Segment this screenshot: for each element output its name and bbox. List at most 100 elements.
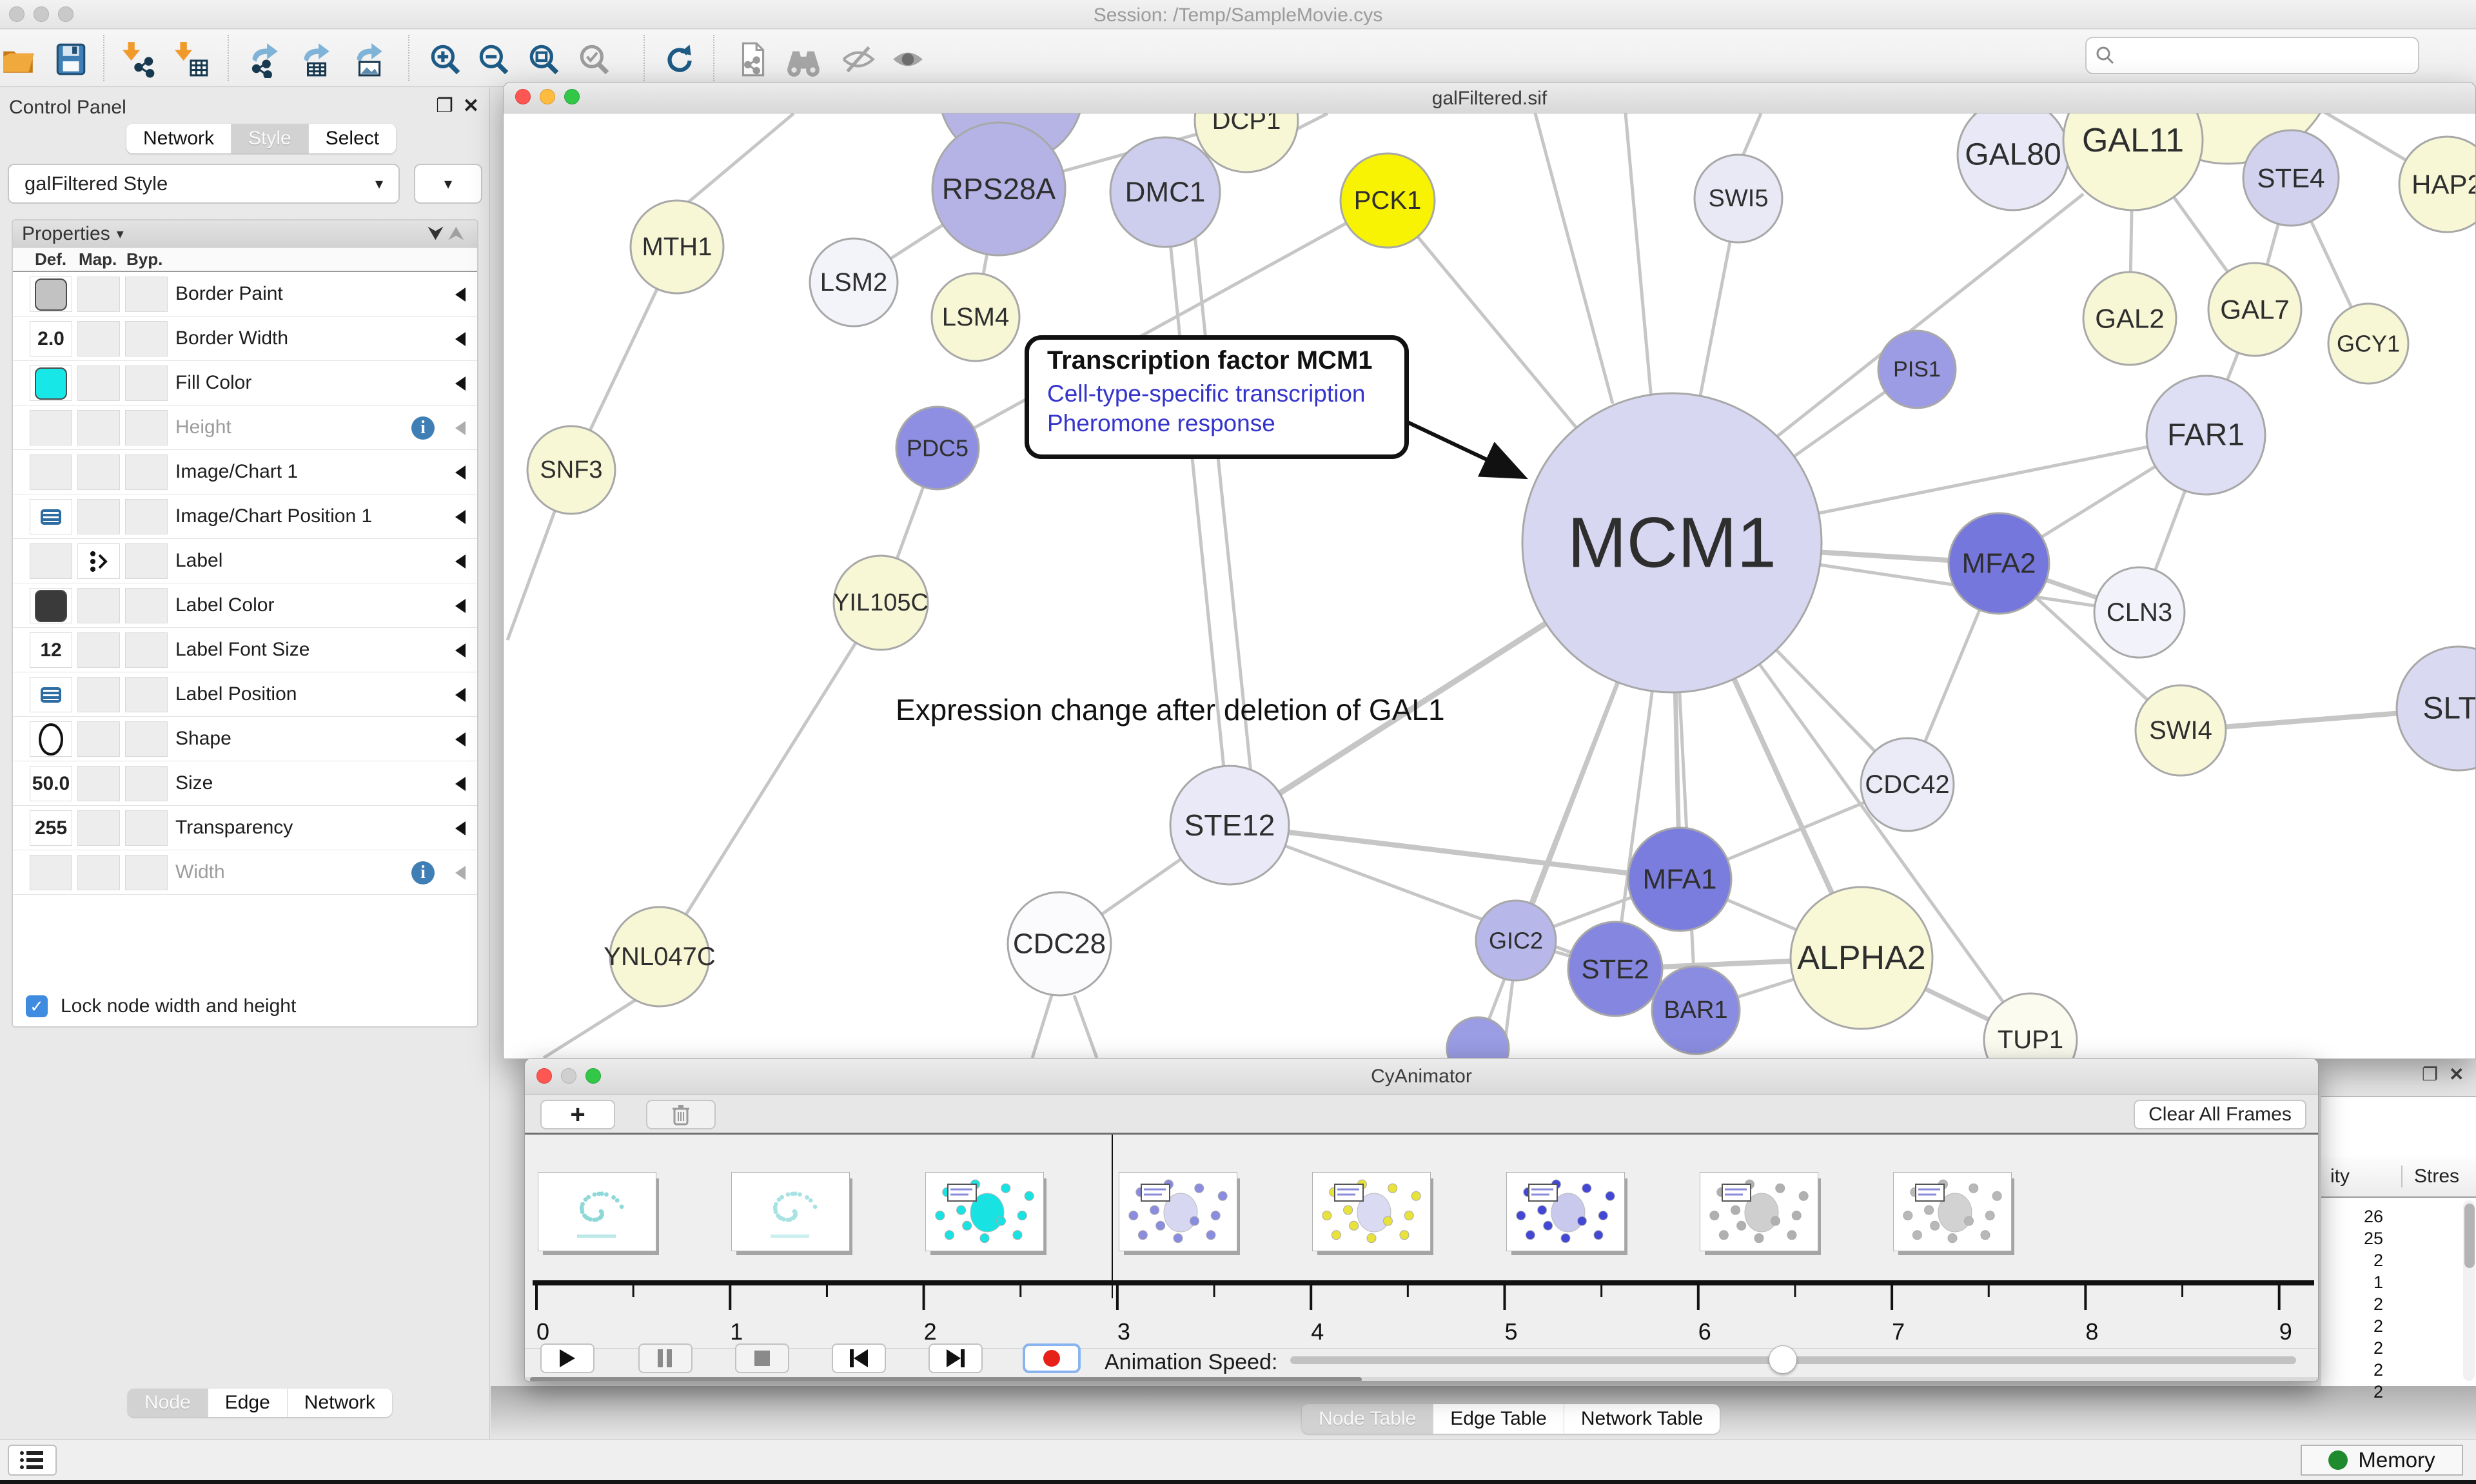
expand-property-icon[interactable] [455,421,466,435]
node-MCM1[interactable]: MCM1 [1522,393,1822,692]
node-YNL047C[interactable]: YNL047C [604,907,715,1006]
bypass-cell[interactable] [125,454,168,490]
bypass-cell[interactable] [125,810,168,846]
property-row-shape[interactable]: Shape [13,717,477,761]
node-GAL11[interactable]: GAL11 [2063,113,2203,210]
style-options-button[interactable]: ▾ [414,164,482,204]
bypass-cell[interactable] [125,855,168,890]
node-YIL105C[interactable]: YIL105C [833,556,928,650]
collapse-all-icon[interactable]: ⮝ [448,223,469,244]
stop-button[interactable] [735,1343,789,1373]
expand-property-icon[interactable] [455,732,466,747]
mapping-cell[interactable] [77,277,120,312]
property-row-label-color[interactable]: Label Color [13,583,477,628]
expand-property-icon[interactable] [455,599,466,613]
mapping-cell[interactable] [77,632,120,668]
bypass-cell[interactable] [125,410,168,445]
expand-property-icon[interactable] [455,510,466,524]
expand-all-icon[interactable]: ⮟ [427,223,448,244]
node-CDC42[interactable]: CDC42 [1861,738,1954,831]
search-input[interactable] [2085,37,2419,74]
property-row-transparency[interactable]: 255Transparency [13,806,477,850]
property-row-image-chart-1[interactable]: Image/Chart 1 [13,450,477,494]
node-SWI5[interactable]: SWI5 [1695,155,1782,242]
default-value-cell[interactable] [30,855,72,890]
property-row-label-font-size[interactable]: 12Label Font Size [13,628,477,672]
node-MTH1[interactable]: MTH1 [631,200,723,293]
expand-property-icon[interactable] [455,866,466,880]
default-value-cell[interactable]: 50.0 [30,766,72,801]
float-panel-icon[interactable]: ❐ [436,97,453,116]
node-TUP1[interactable]: TUP1 [1984,993,2077,1059]
node-PDC5[interactable]: PDC5 [896,407,979,489]
network-window-titlebar[interactable]: galFiltered.sif [504,83,2475,113]
annotation-link[interactable]: Cell-type-specific transcription [1047,380,1404,407]
bypass-cell[interactable] [125,543,168,579]
edge-segment[interactable] [544,1000,636,1058]
default-value-cell[interactable]: 2.0 [30,321,72,356]
mapping-cell[interactable] [77,810,120,846]
node-LSM2[interactable]: LSM2 [810,239,898,326]
node-LSM4[interactable]: LSM4 [932,273,1019,361]
close-panel-icon[interactable]: ✕ [2449,1064,2464,1085]
edge-YIL105C-YNL047C[interactable] [660,603,881,957]
tab-network[interactable]: Network [126,124,231,153]
save-icon[interactable] [50,38,92,81]
node-ALPHA2[interactable]: ALPHA2 [1791,887,1932,1029]
mapping-cell[interactable] [77,677,120,712]
bypass-cell[interactable] [125,321,168,356]
zoom-in-icon[interactable] [424,38,467,81]
cyanimator-titlebar[interactable]: CyAnimator [525,1059,2318,1095]
table-cell[interactable]: 2 [2321,1316,2383,1336]
timeline-ruler[interactable]: 0123456789Seconds [525,1135,2319,1348]
zoom-fit-icon[interactable] [523,38,565,81]
node-STE2[interactable]: STE2 [1568,922,1662,1016]
export-table-icon[interactable] [295,38,337,81]
skip-end-button[interactable] [928,1343,983,1373]
mapping-cell[interactable] [77,721,120,757]
node-GIC2[interactable]: GIC2 [1476,901,1556,981]
table-column-header[interactable]: ity [2330,1166,2350,1187]
export-image-icon[interactable] [348,38,390,81]
info-icon[interactable]: i [411,416,435,440]
table-cell[interactable]: 2 [2321,1360,2383,1380]
mapping-cell[interactable] [77,454,120,490]
node-MFA2[interactable]: MFA2 [1949,513,2049,614]
property-row-width[interactable]: Widthi [13,850,477,895]
frames-scrollbar-thumb[interactable] [530,1377,1362,1381]
node-DMC1[interactable]: DMC1 [1110,137,1220,247]
frames-scrollbar[interactable] [525,1377,2318,1381]
mapping-cell[interactable] [77,321,120,356]
network-canvas[interactable]: DCP1RPS28ADMC1PCK1MTH1LSM2LSM4SWI5GAL80G… [504,113,2476,1059]
bypass-cell[interactable] [125,766,168,801]
close-panel-icon[interactable]: ✕ [463,97,479,116]
tab-edge-table[interactable]: Edge Table [1433,1404,1564,1434]
property-row-border-width[interactable]: 2.0Border Width [13,317,477,361]
edge-STE12-MFA1[interactable] [1230,825,1680,879]
slider-thumb[interactable] [1769,1345,1797,1374]
node-CDC28[interactable]: CDC28 [1008,892,1111,995]
property-row-label-position[interactable]: Label Position [13,672,477,717]
import-table-icon[interactable] [170,38,212,81]
search-field[interactable] [2116,44,2400,66]
table-cell[interactable]: 2 [2321,1382,2383,1402]
expand-property-icon[interactable] [455,376,466,391]
default-value-cell[interactable] [30,721,72,757]
edge-DMC1-STE12[interactable] [1165,192,1230,825]
node-SLT2[interactable]: SLT2 [2397,647,2476,770]
property-row-height[interactable]: Heighti [13,405,477,450]
edge-segment[interactable] [1742,113,1761,159]
default-value-cell[interactable] [30,277,72,312]
bypass-cell[interactable] [125,588,168,623]
task-history-button[interactable] [8,1445,57,1476]
mapping-cell[interactable] [77,588,120,623]
properties-header[interactable]: Properties [22,223,110,245]
property-row-image-chart-position-1[interactable]: Image/Chart Position 1 [13,494,477,539]
bypass-cell[interactable] [125,677,168,712]
bypass-cell[interactable] [125,721,168,757]
mapping-cell[interactable] [77,410,120,445]
tab-node[interactable]: Node [128,1389,208,1417]
edge-segment[interactable] [1032,995,1052,1058]
node-STE12[interactable]: STE12 [1170,766,1289,884]
edge-segment[interactable] [684,113,794,206]
